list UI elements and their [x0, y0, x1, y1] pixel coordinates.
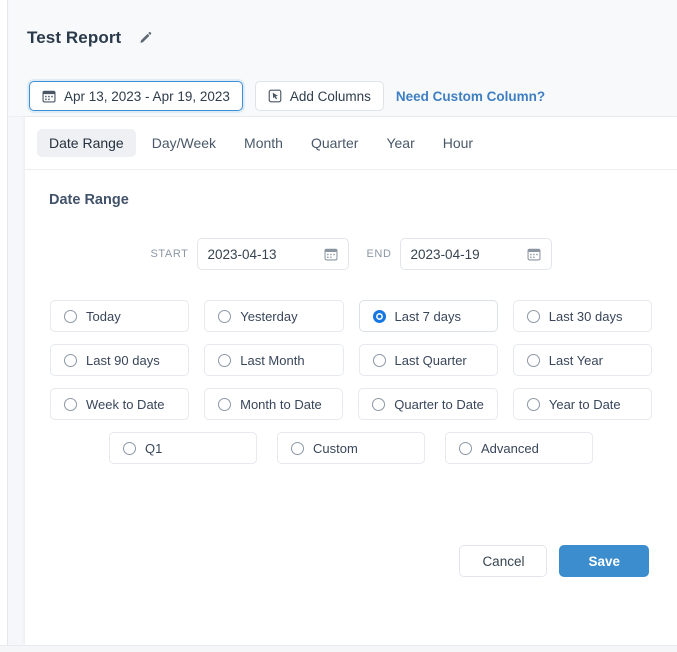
end-date-input[interactable]: 2023-04-19 [399, 238, 552, 270]
calendar-icon[interactable] [527, 247, 541, 261]
tab-quarter[interactable]: Quarter [299, 129, 370, 157]
option-last-30-days[interactable]: Last 30 days [512, 300, 652, 332]
left-rail [0, 0, 8, 652]
end-date-value: 2023-04-19 [410, 246, 480, 262]
option-last-90-days[interactable]: Last 90 days [50, 344, 190, 376]
cancel-button[interactable]: Cancel [459, 545, 548, 577]
option-label: Last Month [240, 352, 305, 368]
radio-icon[interactable] [372, 397, 386, 411]
title-row: Test Report [27, 28, 155, 48]
add-columns-button[interactable]: Add Columns [254, 81, 384, 111]
option-label: Last Quarter [394, 352, 467, 368]
start-date-input[interactable]: 2023-04-13 [196, 238, 349, 270]
option-label: Last 30 days [548, 308, 623, 324]
option-today[interactable]: Today [50, 300, 190, 332]
calendar-icon [42, 89, 56, 103]
option-label: Today [86, 308, 121, 324]
add-columns-icon [268, 89, 282, 103]
need-custom-column-link[interactable]: Need Custom Column? [396, 89, 545, 104]
radio-icon[interactable] [218, 353, 232, 367]
radio-icon[interactable] [526, 397, 540, 411]
option-label: Q1 [145, 440, 163, 456]
radio-icon[interactable] [459, 441, 472, 455]
option-label: Quarter to Date [394, 396, 484, 412]
tab-date-range[interactable]: Date Range [37, 129, 136, 157]
option-last-quarter[interactable]: Last Quarter [358, 344, 498, 376]
radio-icon[interactable] [526, 353, 540, 367]
tab-year[interactable]: Year [374, 129, 426, 157]
option-year-to-date[interactable]: Year to Date [512, 388, 652, 420]
date-fields: START 2023-04-13 END 2023-04-19 [25, 238, 677, 270]
option-label: Last Year [548, 352, 603, 368]
radio-icon[interactable] [64, 397, 77, 411]
radio-icon-selected[interactable] [372, 309, 386, 323]
option-label: Year to Date [548, 396, 621, 412]
end-date-group: END 2023-04-19 [367, 238, 552, 270]
option-last-year[interactable]: Last Year [512, 344, 652, 376]
option-quarter-to-date[interactable]: Quarter to Date [358, 388, 498, 420]
option-row: Q1 Custom Advanced [50, 432, 652, 464]
option-row: Week to Date Month to Date Quarter to Da… [50, 388, 652, 420]
section-title: Date Range [49, 192, 129, 208]
radio-icon[interactable] [526, 309, 540, 323]
option-row: Today Yesterday Last 7 days Last 30 days [50, 300, 652, 332]
option-row: Last 90 days Last Month Last Quarter Las… [50, 344, 652, 376]
option-q1[interactable]: Q1 [109, 432, 257, 464]
date-range-panel: Date Range Day/Week Month Quarter Year H… [25, 117, 677, 645]
tab-bar: Date Range Day/Week Month Quarter Year H… [25, 117, 677, 170]
app-root: Test Report Apr 13, 2023 - Apr 19, 2023 … [0, 0, 677, 652]
header-controls: Apr 13, 2023 - Apr 19, 2023 Add Columns … [29, 81, 545, 111]
option-label: Custom [313, 440, 358, 456]
option-week-to-date[interactable]: Week to Date [50, 388, 190, 420]
option-custom[interactable]: Custom [277, 432, 425, 464]
tab-hour[interactable]: Hour [431, 129, 485, 157]
add-columns-label: Add Columns [289, 88, 371, 104]
save-button[interactable]: Save [559, 545, 649, 577]
calendar-icon[interactable] [324, 247, 338, 261]
radio-icon[interactable] [123, 441, 136, 455]
start-date-label: START [150, 248, 189, 260]
option-advanced[interactable]: Advanced [445, 432, 593, 464]
date-preset-options: Today Yesterday Last 7 days Last 30 days [50, 300, 652, 464]
end-date-label: END [366, 248, 392, 260]
option-label: Advanced [481, 440, 539, 456]
radio-icon[interactable] [372, 353, 386, 367]
start-date-value: 2023-04-13 [207, 246, 277, 262]
option-last-7-days[interactable]: Last 7 days [358, 300, 498, 332]
page-bottom-edge [0, 645, 677, 652]
option-last-month[interactable]: Last Month [204, 344, 344, 376]
radio-icon[interactable] [218, 397, 232, 411]
tab-month[interactable]: Month [232, 129, 295, 157]
radio-icon[interactable] [64, 353, 77, 367]
option-label: Month to Date [240, 396, 322, 412]
tab-day-week[interactable]: Day/Week [140, 129, 228, 157]
pencil-icon[interactable] [135, 28, 155, 48]
page-title: Test Report [27, 28, 122, 47]
date-range-label: Apr 13, 2023 - Apr 19, 2023 [64, 88, 230, 104]
option-month-to-date[interactable]: Month to Date [204, 388, 344, 420]
option-label: Last 90 days [86, 352, 160, 368]
radio-icon[interactable] [291, 441, 304, 455]
option-yesterday[interactable]: Yesterday [204, 300, 344, 332]
option-label: Yesterday [240, 308, 298, 324]
radio-icon[interactable] [218, 309, 232, 323]
option-label: Last 7 days [394, 308, 462, 324]
option-label: Week to Date [86, 396, 165, 412]
start-date-group: START 2023-04-13 [150, 238, 349, 270]
radio-icon[interactable] [64, 309, 77, 323]
panel-footer: Cancel Save [459, 545, 649, 577]
page-header: Test Report Apr 13, 2023 - Apr 19, 2023 … [9, 0, 677, 117]
date-range-button[interactable]: Apr 13, 2023 - Apr 19, 2023 [29, 81, 243, 111]
